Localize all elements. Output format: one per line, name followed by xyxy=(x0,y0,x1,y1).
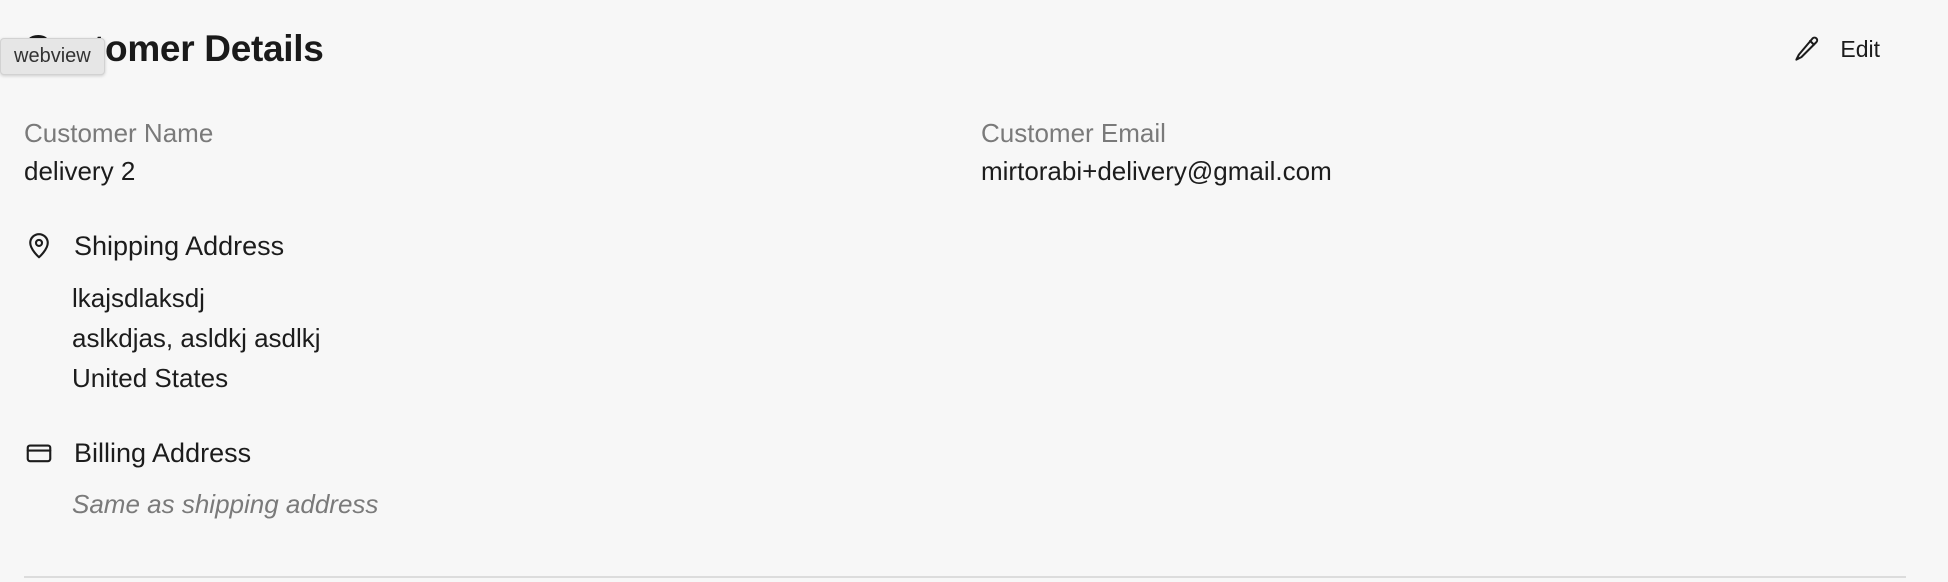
address-line: lkajsdlaksdj xyxy=(72,283,205,313)
billing-address-title: Billing Address xyxy=(74,437,252,468)
pencil-icon xyxy=(1792,34,1822,64)
shipping-address-section: Shipping Address lkajsdlaksdj aslkdjas, … xyxy=(24,226,321,398)
webview-tooltip: webview xyxy=(0,38,105,75)
billing-address-note: Same as shipping address xyxy=(72,489,379,519)
section-divider xyxy=(24,576,1906,578)
address-line: aslkdjas, asldkj asdlkj xyxy=(72,323,321,353)
customer-email-label: Customer Email xyxy=(981,118,1166,148)
customer-name-field: Customer Name delivery 2 xyxy=(24,117,213,189)
customer-details-panel: Customer Details webview Edit Customer N… xyxy=(0,0,1948,582)
address-line: United States xyxy=(72,363,229,393)
customer-name-label: Customer Name xyxy=(24,118,214,148)
billing-address-section: Billing Address Same as shipping address xyxy=(24,433,378,520)
edit-button[interactable]: Edit xyxy=(1774,26,1898,72)
shipping-address-title: Shipping Address xyxy=(74,230,285,261)
shipping-address-lines: lkajsdlaksdj aslkdjas, asldkj asdlkj Uni… xyxy=(72,278,321,398)
edit-button-label: Edit xyxy=(1840,35,1880,62)
shipping-address-heading: Shipping Address xyxy=(24,226,321,266)
customer-email-value: mirtorabi+delivery@gmail.com xyxy=(981,156,1332,186)
billing-address-heading: Billing Address xyxy=(24,433,378,473)
customer-email-field: Customer Email mirtorabi+delivery@gmail.… xyxy=(981,117,1332,189)
credit-card-icon xyxy=(24,438,54,468)
customer-name-value: delivery 2 xyxy=(24,156,136,186)
map-pin-icon xyxy=(24,231,54,261)
